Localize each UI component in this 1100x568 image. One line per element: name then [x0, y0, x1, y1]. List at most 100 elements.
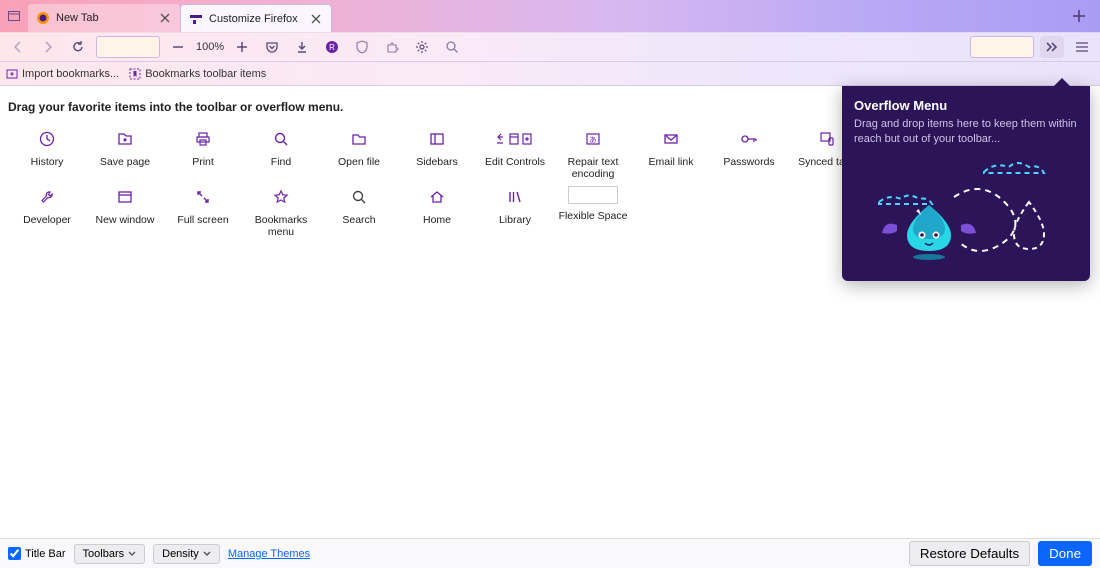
density-label: Density	[162, 548, 199, 560]
window-icon	[114, 186, 136, 208]
tab-customize-firefox[interactable]: Customize Firefox	[180, 4, 332, 32]
palette-find[interactable]: Find	[242, 126, 320, 184]
titlebar-label: Title Bar	[25, 548, 66, 560]
account-icon: R	[325, 40, 339, 54]
settings-button[interactable]	[410, 35, 434, 59]
hamburger-icon	[1075, 41, 1089, 53]
done-button[interactable]: Done	[1038, 541, 1092, 566]
extensions-button[interactable]	[380, 35, 404, 59]
search-icon	[270, 128, 292, 150]
zoom-level[interactable]: 100%	[194, 41, 226, 53]
customize-content: Drag your favorite items into the toolba…	[0, 86, 1100, 538]
url-bar[interactable]	[96, 36, 160, 58]
zoom-in-button[interactable]	[230, 35, 254, 59]
titlebar-checkbox-input[interactable]	[8, 547, 21, 560]
minus-icon	[172, 41, 184, 53]
window-controls-placeholder	[0, 0, 28, 32]
chevrons-right-icon	[1045, 41, 1059, 53]
protections-button[interactable]	[350, 35, 374, 59]
shield-icon	[355, 40, 369, 54]
zoom-controls: 100%	[166, 35, 254, 59]
search-icon	[348, 186, 370, 208]
folder-icon	[348, 128, 370, 150]
palette-flexible-space[interactable]: Flexible Space	[554, 184, 632, 242]
edit-controls-icon	[495, 128, 535, 150]
text-encoding-icon: あ	[582, 128, 604, 150]
close-icon[interactable]	[309, 12, 323, 26]
new-tab-button[interactable]	[1066, 3, 1092, 29]
tab-label: Customize Firefox	[209, 13, 309, 25]
wrench-icon	[36, 186, 58, 208]
zoom-out-button[interactable]	[166, 35, 190, 59]
palette-new-window[interactable]: New window	[86, 184, 164, 242]
palette-edit-controls[interactable]: Edit Controls	[476, 126, 554, 184]
import-bookmarks-button[interactable]: Import bookmarks...	[6, 68, 119, 80]
chevron-down-icon	[128, 551, 136, 557]
overflow-illustration	[854, 157, 1078, 267]
sidebar-icon	[426, 128, 448, 150]
manage-themes-link[interactable]: Manage Themes	[228, 548, 310, 560]
bookmarks-placeholder-label: Bookmarks toolbar items	[145, 68, 266, 80]
palette-fullscreen[interactable]: Full screen	[164, 184, 242, 242]
restore-defaults-button[interactable]: Restore Defaults	[909, 541, 1030, 566]
app-menu-button[interactable]	[1070, 35, 1094, 59]
palette-home[interactable]: Home	[398, 184, 476, 242]
palette-passwords[interactable]: Passwords	[710, 126, 788, 184]
svg-text:R: R	[329, 43, 335, 52]
tab-strip: New Tab Customize Firefox	[0, 0, 1100, 32]
import-icon	[6, 68, 18, 80]
pocket-button[interactable]	[260, 35, 284, 59]
close-icon[interactable]	[158, 11, 172, 25]
reload-button[interactable]	[66, 35, 90, 59]
plus-icon	[236, 41, 248, 53]
key-icon	[738, 128, 760, 150]
downloads-button[interactable]	[290, 35, 314, 59]
clock-icon	[36, 128, 58, 150]
palette-history[interactable]: History	[8, 126, 86, 184]
star-icon	[270, 186, 292, 208]
palette-print[interactable]: Print	[164, 126, 242, 184]
palette-sidebars[interactable]: Sidebars	[398, 126, 476, 184]
tab-strip-trailing	[332, 0, 1100, 32]
account-button[interactable]: R	[320, 35, 344, 59]
arrow-left-icon	[11, 40, 25, 54]
overflow-desc: Drag and drop items here to keep them wi…	[854, 117, 1078, 147]
palette-repair-text-encoding[interactable]: あRepair text encoding	[554, 126, 632, 184]
search-icon	[445, 40, 459, 54]
titlebar-checkbox[interactable]: Title Bar	[8, 547, 66, 560]
palette-bookmarks-menu[interactable]: Bookmarks menu	[242, 184, 320, 242]
palette-email-link[interactable]: Email link	[632, 126, 710, 184]
overflow-menu-panel[interactable]: Overflow Menu Drag and drop items here t…	[842, 86, 1090, 281]
palette-developer[interactable]: Developer	[8, 184, 86, 242]
overflow-button[interactable]	[1040, 36, 1064, 58]
synced-tabs-icon	[816, 128, 838, 150]
svg-text:あ: あ	[590, 136, 597, 144]
bookmarks-toolbar: Import bookmarks... Bookmarks toolbar it…	[0, 62, 1100, 86]
search-button[interactable]	[440, 35, 464, 59]
customize-icon	[189, 12, 203, 26]
density-dropdown[interactable]: Density	[153, 544, 220, 564]
palette-library[interactable]: Library	[476, 184, 554, 242]
palette-search[interactable]: Search	[320, 184, 398, 242]
toolbars-dropdown[interactable]: Toolbars	[74, 544, 146, 564]
window-icon	[8, 11, 20, 21]
nav-toolbar: 100% R	[0, 32, 1100, 62]
firefox-icon	[36, 11, 50, 25]
customize-instructions: Drag your favorite items into the toolba…	[8, 100, 343, 114]
palette-open-file[interactable]: Open file	[320, 126, 398, 184]
flexible-space-box	[568, 186, 618, 204]
forward-button[interactable]	[36, 35, 60, 59]
search-bar[interactable]	[970, 36, 1034, 58]
customize-footer: Title Bar Toolbars Density Manage Themes…	[0, 538, 1100, 568]
tab-new-tab[interactable]: New Tab	[28, 4, 180, 32]
bookmark-placeholder-icon	[129, 68, 141, 80]
chevron-down-icon	[203, 551, 211, 557]
palette-save-page[interactable]: Save page	[86, 126, 164, 184]
save-icon	[114, 128, 136, 150]
bookmarks-placeholder[interactable]: Bookmarks toolbar items	[129, 68, 266, 80]
gear-icon	[415, 40, 429, 54]
download-icon	[295, 40, 309, 54]
print-icon	[192, 128, 214, 150]
overflow-title: Overflow Menu	[854, 98, 1078, 113]
back-button[interactable]	[6, 35, 30, 59]
